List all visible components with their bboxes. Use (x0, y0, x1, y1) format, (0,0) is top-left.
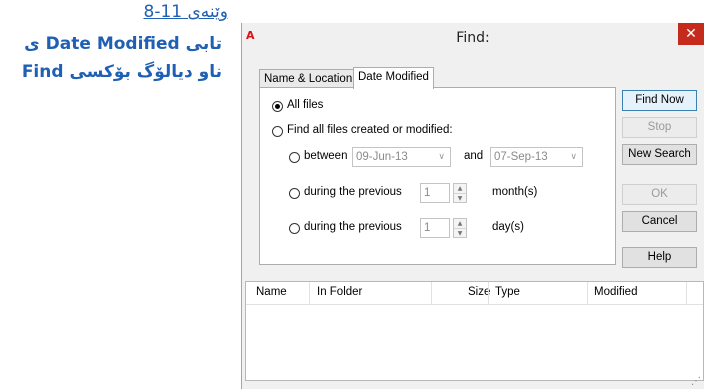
find-dialog: A Find: ✕ Name & Location Date Modified … (241, 23, 704, 389)
all-files-radio[interactable] (272, 101, 283, 112)
column-in-folder[interactable]: In Folder (317, 286, 362, 298)
ok-button[interactable]: OK (622, 184, 697, 205)
find-now-button[interactable]: Find Now (622, 90, 697, 111)
column-name[interactable]: Name (256, 286, 287, 298)
figure-number: وێنەی 11-8 (143, 2, 228, 22)
and-label: and (464, 150, 484, 162)
column-divider[interactable] (431, 282, 432, 304)
results-header: Name In Folder Size Type Modified (246, 282, 703, 305)
window-title: Find: (456, 30, 490, 46)
arrow-up-icon[interactable]: ▲ (454, 219, 466, 229)
close-button[interactable]: ✕ (678, 23, 704, 45)
caption-line-1: تابی Date Modified ی (24, 34, 222, 54)
days-spinner[interactable]: ▲ ▼ (453, 218, 467, 238)
column-divider[interactable] (587, 282, 588, 304)
months-label: during the previous (304, 186, 402, 198)
chevron-down-icon: ∨ (570, 152, 577, 162)
days-input[interactable]: 1 (420, 218, 450, 238)
months-spinner[interactable]: ▲ ▼ (453, 183, 467, 203)
title-bar: A Find: ✕ (242, 23, 704, 53)
months-unit-label: month(s) (492, 186, 538, 198)
date-modified-panel: All files Find all files created or modi… (259, 87, 616, 265)
all-files-label: All files (287, 99, 324, 111)
date-to-value: 07-Sep-13 (494, 151, 548, 163)
find-all-label: Find all files created or modified: (287, 124, 453, 136)
cancel-button[interactable]: Cancel (622, 211, 697, 232)
help-button[interactable]: Help (622, 247, 697, 268)
stop-button[interactable]: Stop (622, 117, 697, 138)
between-radio[interactable] (289, 152, 300, 163)
days-label: during the previous (304, 221, 402, 233)
close-icon: ✕ (685, 26, 697, 42)
chevron-down-icon: ∨ (438, 152, 445, 162)
resize-grip-icon[interactable]: ⋰ (691, 376, 701, 387)
days-radio[interactable] (289, 223, 300, 234)
column-divider[interactable] (686, 282, 687, 304)
caption-line-2: ناو دیالۆگ بۆکسی Find (21, 62, 222, 82)
column-modified[interactable]: Modified (594, 286, 637, 298)
arrow-down-icon[interactable]: ▼ (454, 194, 466, 203)
arrow-up-icon[interactable]: ▲ (454, 184, 466, 194)
results-list[interactable]: Name In Folder Size Type Modified (245, 281, 704, 381)
status-bar: ⋰ (245, 376, 704, 389)
arrow-down-icon[interactable]: ▼ (454, 229, 466, 238)
column-divider[interactable] (488, 282, 489, 304)
date-from-value: 09-Jun-13 (356, 151, 408, 163)
new-search-button[interactable]: New Search (622, 144, 697, 165)
tab-date-modified[interactable]: Date Modified (353, 67, 434, 89)
column-divider[interactable] (309, 282, 310, 304)
tab-name-location[interactable]: Name & Location (259, 69, 358, 89)
between-label: between (304, 150, 348, 162)
months-radio[interactable] (289, 188, 300, 199)
date-from-select[interactable]: 09-Jun-13 ∨ (352, 147, 451, 167)
find-all-radio[interactable] (272, 126, 283, 137)
months-input[interactable]: 1 (420, 183, 450, 203)
date-to-select[interactable]: 07-Sep-13 ∨ (490, 147, 583, 167)
column-type[interactable]: Type (495, 286, 520, 298)
days-unit-label: day(s) (492, 221, 524, 233)
